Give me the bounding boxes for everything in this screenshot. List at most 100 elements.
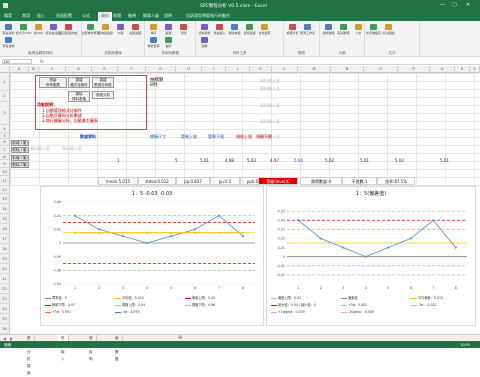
- ribbon-button-0-5[interactable]: 現有連線: [2, 37, 15, 48]
- close-button[interactable]: ✕: [466, 2, 470, 8]
- row-header-22[interactable]: 22: [0, 284, 10, 294]
- ribbon-button-6-1[interactable]: 停止朗讀: [382, 24, 395, 35]
- ribbon-button-0-1[interactable]: 從文字/CSV: [15, 24, 32, 35]
- row-header-26[interactable]: 26: [0, 324, 10, 334]
- ribbon-tab-1[interactable]: 常用: [22, 13, 30, 19]
- data-grid[interactable]: [10, 73, 480, 186]
- row-header-4[interactable]: 4: [0, 125, 10, 133]
- row-header-18[interactable]: 18: [0, 244, 10, 254]
- ribbon-button-4-0[interactable]: 模擬分析: [286, 24, 299, 35]
- ribbon-tab-9[interactable]: 說明: [164, 13, 172, 19]
- row-header-12[interactable]: 12: [0, 186, 10, 194]
- ribbon-tab-8[interactable]: 開發人員: [143, 13, 159, 19]
- xbar-chart[interactable]: 1：5 -0.03 -0.03 5.06 5.04 5.02 5 4.98 4.96 4.9…: [40, 186, 264, 326]
- ribbon-tab-3[interactable]: 頁面配置: [56, 13, 72, 19]
- tell-me-search[interactable]: 告訴我您想要執行的動作: [186, 13, 230, 19]
- column-header-F[interactable]: F: [118, 66, 146, 73]
- row-header-24[interactable]: 24: [0, 304, 10, 314]
- ribbon-button-3-3[interactable]: 資料驗證: [243, 24, 256, 35]
- ribbon-button-3-0[interactable]: 資料剖析: [198, 24, 211, 35]
- row-header-25[interactable]: 25: [0, 314, 10, 324]
- clear-table-button[interactable]: 清除 資料表格: [68, 91, 90, 102]
- column-header-D[interactable]: D: [66, 66, 92, 73]
- rebuild-conditions-button[interactable]: 重建 格式化條件: [68, 77, 90, 88]
- column-header-B[interactable]: B: [29, 66, 39, 73]
- row-header-13[interactable]: 13: [0, 194, 10, 204]
- ribbon-tab-6[interactable]: 校閱: [113, 13, 121, 19]
- ribbon-button-0-4[interactable]: 最近使用的來源: [59, 24, 78, 35]
- column-header-C[interactable]: C: [39, 66, 66, 73]
- row-header-11[interactable]: 11: [0, 176, 10, 186]
- column-header-H[interactable]: H: [176, 66, 202, 73]
- column-header-K[interactable]: K: [250, 66, 272, 73]
- column-header-M[interactable]: M: [298, 66, 331, 73]
- column-header-N[interactable]: N: [331, 66, 364, 73]
- row-header-15[interactable]: 15: [0, 214, 10, 224]
- row-header-6[interactable]: 6: [0, 139, 10, 146]
- row-header-1[interactable]: 1: [0, 73, 10, 91]
- add-row-button[interactable]: 新增(1筆): [11, 140, 29, 146]
- name-box[interactable]: J10: [2, 59, 32, 64]
- column-header-I[interactable]: I: [202, 66, 226, 73]
- ribbon-button-3-1[interactable]: 快速填入: [213, 24, 226, 35]
- maximize-button[interactable]: ▢: [452, 2, 457, 8]
- row-header-10[interactable]: 10: [0, 168, 10, 176]
- delete-row-button-2[interactable]: 刪除(1筆): [11, 162, 29, 168]
- column-header-P[interactable]: P: [398, 66, 430, 73]
- ribbon-button-2-2[interactable]: 清除: [178, 24, 189, 35]
- column-header-J[interactable]: J: [226, 66, 250, 73]
- row-header-2[interactable]: 2: [0, 91, 10, 102]
- row-header-19[interactable]: 19: [0, 254, 10, 264]
- row-header-14[interactable]: 14: [0, 204, 10, 214]
- draw-all-charts-button[interactable]: 繪製 所有圖表: [39, 77, 67, 88]
- ribbon-tab-7[interactable]: 檢視: [128, 13, 136, 19]
- ribbon-button-2-4[interactable]: 進階: [163, 37, 174, 48]
- column-header-A[interactable]: A: [10, 66, 29, 73]
- ribbon-button-6-0[interactable]: 文字轉語音: [366, 24, 381, 35]
- ribbon-button-0-2[interactable]: 從Web: [33, 24, 44, 35]
- row-header-16[interactable]: 16: [0, 224, 10, 234]
- column-header-O[interactable]: O: [364, 66, 398, 73]
- ribbon-button-3-2[interactable]: 移除重複: [228, 24, 241, 35]
- column-header-S[interactable]: S: [470, 66, 480, 73]
- ribbon-tab-5[interactable]: 資料: [98, 12, 112, 21]
- ribbon-button-5-1[interactable]: 取消群組: [337, 24, 350, 35]
- row-header-17[interactable]: 17: [0, 234, 10, 244]
- ribbon-button-3-5[interactable]: 關聯: [199, 37, 210, 48]
- ribbon-button-0-0[interactable]: 取得資料: [2, 24, 15, 35]
- ribbon-button-2-3[interactable]: 重新套用: [147, 37, 160, 48]
- row-header-23[interactable]: 23: [0, 294, 10, 304]
- formula-input[interactable]: [50, 59, 476, 64]
- system-analysis-button[interactable]: 系統分析: [92, 91, 114, 99]
- row-header-20[interactable]: 20: [0, 264, 10, 274]
- ribbon-button-0-3[interactable]: 從表格/範圍: [45, 24, 62, 35]
- ribbon-button-1-3[interactable]: 編輯連結: [129, 24, 142, 35]
- row-header-3[interactable]: 3: [0, 102, 10, 125]
- rebuild-analysis-button[interactable]: 重建 數據分析區: [92, 77, 114, 88]
- ribbon-button-1-2[interactable]: 內容: [115, 24, 126, 35]
- column-header-Q[interactable]: Q: [430, 66, 455, 73]
- ribbon-button-2-0[interactable]: 排序: [148, 24, 159, 35]
- delete-row-button[interactable]: 刪除(1筆): [11, 147, 29, 153]
- row-header-21[interactable]: 21: [0, 274, 10, 284]
- ribbon-tab-4[interactable]: 公式: [82, 13, 90, 19]
- ribbon-button-4-1[interactable]: 預測工作表: [300, 24, 315, 35]
- quick-access-icon[interactable]: [3, 3, 8, 8]
- ribbon-tab-0[interactable]: 檔案: [4, 13, 12, 19]
- add-row-button-2[interactable]: 新增(1筆): [11, 155, 29, 161]
- ribbon-button-2-1[interactable]: 篩選: [163, 24, 174, 35]
- column-header-G[interactable]: G: [146, 66, 176, 73]
- ribbon-button-5-2[interactable]: 小計: [353, 24, 364, 35]
- row-header-7[interactable]: 7: [0, 146, 10, 154]
- column-header-L[interactable]: L: [272, 66, 298, 73]
- select-all-corner[interactable]: [0, 66, 10, 73]
- ribbon-button-1-0[interactable]: 全部重新整理: [81, 24, 100, 35]
- column-header-R[interactable]: R: [455, 66, 470, 73]
- minimize-button[interactable]: —: [440, 2, 445, 8]
- ribbon-tab-2[interactable]: 插入: [37, 13, 45, 19]
- column-header-E[interactable]: E: [92, 66, 118, 73]
- ribbon-button-1-1[interactable]: 查詢與連線: [98, 24, 113, 35]
- ribbon-button-5-0[interactable]: 組成群組: [322, 24, 335, 35]
- deviation-chart[interactable]: 1：5(偏差值) 0.05 0.04 0.03 0.02 0.01 0 -0.01 -0.02…: [266, 186, 476, 326]
- zoom-level[interactable]: 100%: [460, 343, 470, 347]
